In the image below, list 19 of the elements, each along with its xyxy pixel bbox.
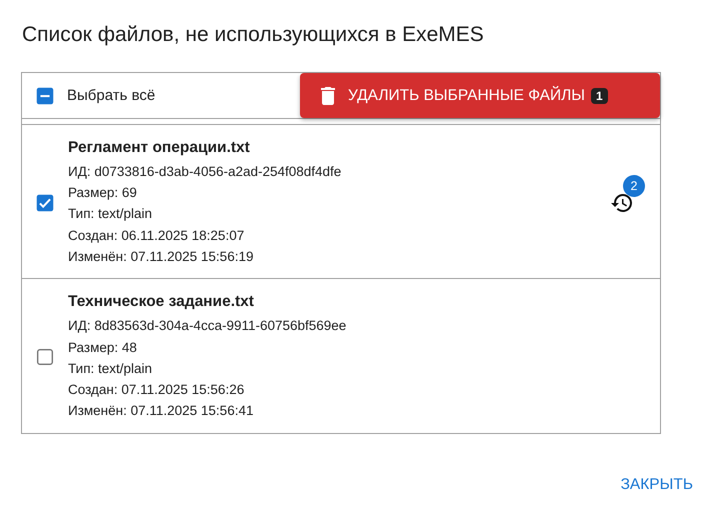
file-name: Регламент операции.txt xyxy=(68,138,251,158)
file-detail: ИД: 8d83563d-304a-4cca-9911-60756bf569ee xyxy=(68,317,348,336)
file-name: Техническое задание.txt xyxy=(68,292,255,312)
file-detail: Изменён: 07.11.2025 15:56:41 xyxy=(68,402,254,420)
file-detail: Изменён: 07.11.2025 15:56:19 xyxy=(68,248,254,266)
file-detail: Тип: text/plain xyxy=(68,360,154,378)
file-detail: Создан: 06.11.2025 18:25:07 xyxy=(68,226,246,245)
delete-button[interactable]: УДАЛИТЬ ВЫБРАННЫЕ ФАЙЛЫ 1 xyxy=(300,73,660,118)
dialog-title: Список файлов, не использующихся в ExeMES xyxy=(22,22,485,48)
file-detail: Тип: text/plain xyxy=(68,205,154,224)
checkbox[interactable] xyxy=(34,346,56,368)
count-badge: 2 xyxy=(623,174,645,196)
file-detail: ИД: d0733816-d3ab-4056-a2ad-254f08df4dfe xyxy=(68,162,342,181)
file-detail: Создан: 07.11.2025 15:56:26 xyxy=(68,381,246,400)
close-button[interactable]: ЗАКРЫТЬ xyxy=(620,470,693,500)
file-detail: Размер: 48 xyxy=(68,338,138,357)
select-all-label[interactable]: Выбрать всё xyxy=(67,87,156,104)
count-badge: 1 xyxy=(591,88,608,104)
file-detail: Размер: 69 xyxy=(68,184,138,202)
